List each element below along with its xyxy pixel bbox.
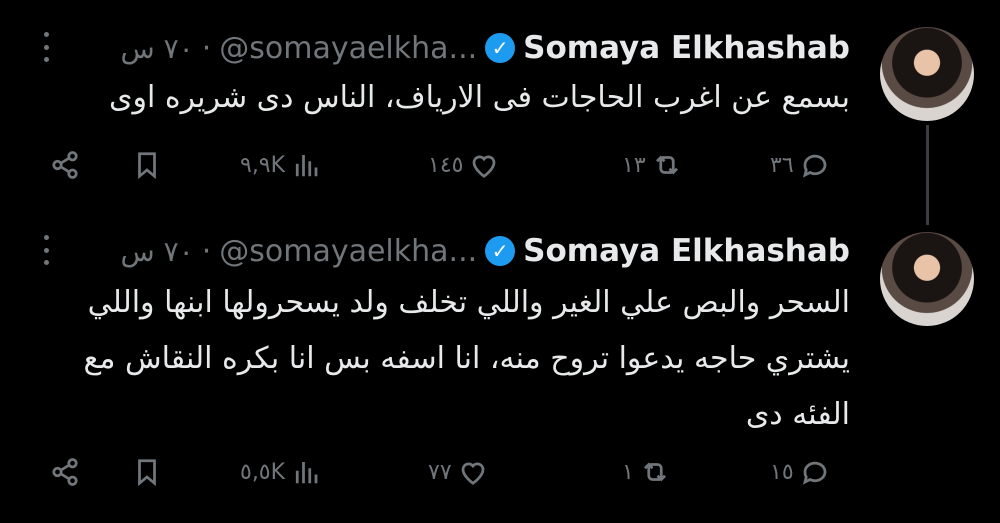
bookmark-button[interactable]	[132, 145, 162, 185]
reply-bubble-icon	[802, 461, 827, 485]
verified-badge-icon: ✓	[485, 33, 516, 63]
tweet-header: Somaya Elkhashab ✓ @somayaelkha... · ٧٠ …	[121, 30, 850, 66]
action-bar: ٥,٥K ٧٧ ١ ١٥	[50, 452, 850, 492]
author-name[interactable]: Somaya Elkhashab	[523, 30, 850, 66]
views-count: ٩,٩K	[240, 152, 286, 178]
reply-button[interactable]: ١٥	[770, 452, 830, 492]
views-count: ٥,٥K	[240, 459, 286, 485]
tweet-text: السحر والبص علي الغير واللي تخلف ولد يسح…	[83, 285, 850, 432]
views-button[interactable]: ٩,٩K	[240, 145, 321, 185]
author-handle[interactable]: @somayaelkha...	[219, 234, 477, 269]
reply-button[interactable]: ٣٦	[770, 145, 830, 185]
avatar[interactable]	[880, 27, 974, 121]
views-bar-chart-icon	[295, 462, 318, 484]
separator: ·	[201, 30, 212, 66]
replies-count: ١٥	[770, 459, 794, 485]
retweets-count: ١	[622, 459, 634, 485]
likes-count: ١٤٥	[428, 152, 464, 178]
share-button[interactable]	[50, 452, 80, 492]
retweets-count: ١٣	[622, 152, 646, 178]
author-handle[interactable]: @somayaelkha...	[219, 31, 477, 66]
tweet-text: بسمع عن اغرب الحاجات فى الارياف، الناس د…	[108, 80, 850, 115]
replies-count: ٣٦	[770, 152, 794, 178]
heart-icon	[461, 462, 485, 485]
tweet-time[interactable]: ٧٠ س	[121, 235, 194, 268]
views-button[interactable]: ٥,٥K	[240, 452, 321, 492]
like-button[interactable]: ١٤٥	[428, 145, 499, 185]
more-vertical-icon[interactable]	[40, 235, 52, 265]
action-bar: ٩,٩K ١٤٥ ١٣ ٣٦	[50, 145, 850, 185]
author-name[interactable]: Somaya Elkhashab	[523, 233, 850, 269]
retweet-icon	[655, 155, 678, 175]
thread-line	[926, 125, 929, 225]
tweet-time[interactable]: ٧٠ س	[121, 32, 194, 65]
bookmark-icon	[138, 459, 156, 487]
share-button[interactable]	[50, 145, 80, 185]
bookmark-icon	[138, 152, 156, 180]
avatar[interactable]	[880, 232, 974, 326]
tweet[interactable]: Somaya Elkhashab ✓ @somayaelkha... · ٧٠ …	[0, 0, 1000, 225]
heart-icon	[473, 155, 496, 178]
views-bar-chart-icon	[295, 155, 318, 177]
retweet-button[interactable]: ١	[622, 452, 670, 492]
more-vertical-icon[interactable]	[40, 32, 52, 62]
separator: ·	[201, 233, 212, 269]
like-button[interactable]: ٧٧	[428, 452, 488, 492]
likes-count: ٧٧	[428, 459, 452, 485]
share-icon	[52, 458, 78, 486]
tweet-header: Somaya Elkhashab ✓ @somayaelkha... · ٧٠ …	[121, 233, 850, 269]
verified-badge-icon: ✓	[485, 236, 516, 266]
share-icon	[52, 151, 78, 179]
tweet[interactable]: Somaya Elkhashab ✓ @somayaelkha... · ٧٠ …	[0, 215, 1000, 523]
retweet-button[interactable]: ١٣	[622, 145, 682, 185]
reply-bubble-icon	[802, 154, 827, 178]
retweet-icon	[643, 462, 666, 482]
bookmark-button[interactable]	[132, 452, 162, 492]
